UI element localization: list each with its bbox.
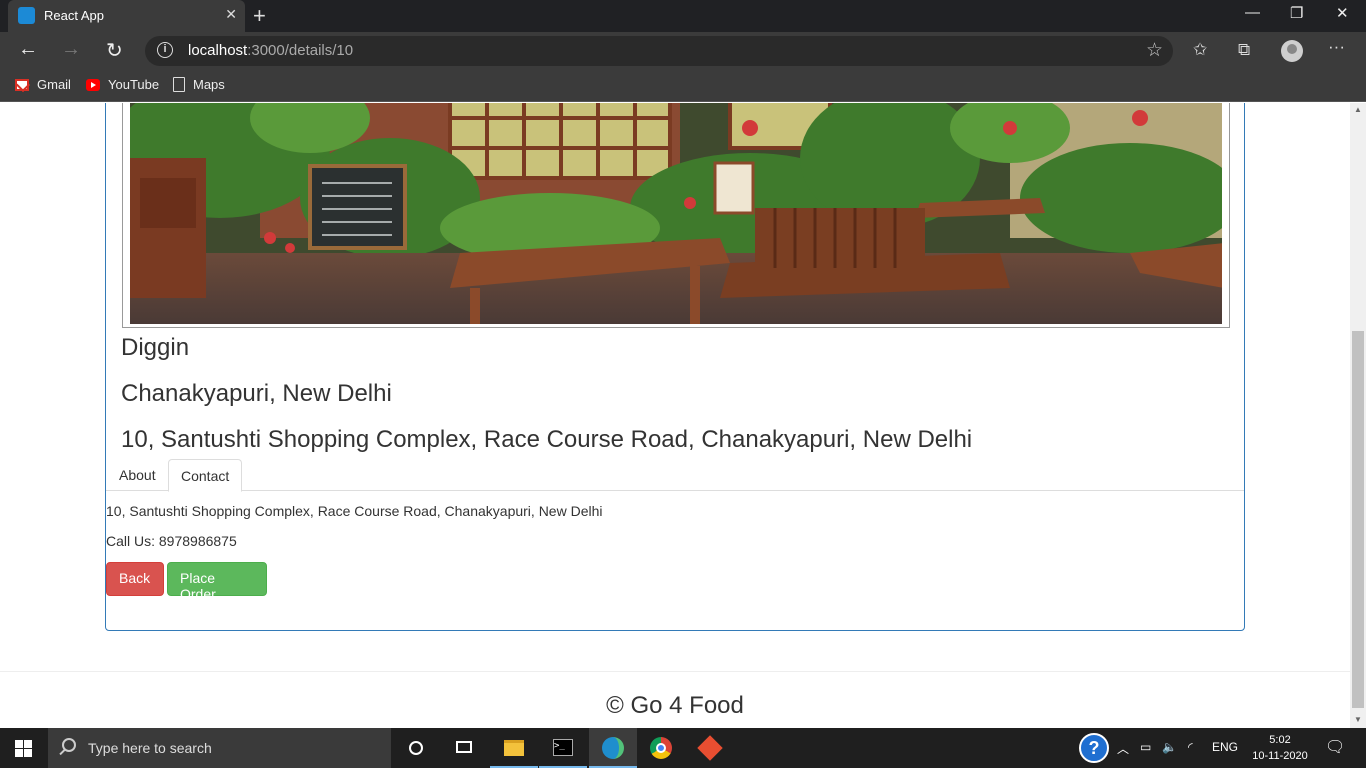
tab-about[interactable]: About bbox=[107, 459, 168, 491]
taskbar-search-placeholder: Type here to search bbox=[88, 740, 212, 756]
edge-browser-icon[interactable] bbox=[589, 728, 637, 768]
window-close-icon[interactable]: ✕ bbox=[1336, 4, 1349, 22]
address-bar[interactable]: i localhost:3000/details/10 ☆ bbox=[145, 36, 1173, 66]
bookmark-gmail[interactable]: Gmail bbox=[15, 77, 71, 92]
contact-address: 10, Santushti Shopping Complex, Race Cou… bbox=[106, 503, 603, 519]
git-icon[interactable] bbox=[686, 728, 734, 768]
place-order-button[interactable]: Place Order bbox=[167, 562, 267, 602]
page-footer: © Go 4 Food bbox=[0, 671, 1350, 728]
search-icon bbox=[62, 738, 76, 752]
page-viewport: Diggin Chanakyapuri, New Delhi 10, Santu… bbox=[0, 103, 1350, 728]
wifi-icon[interactable]: ◜ bbox=[1188, 740, 1193, 754]
more-menu-icon[interactable]: ··· bbox=[1328, 37, 1345, 57]
windows-taskbar: Type here to search >_ ? ︿ ▭ 🔈 ◜ ENG 5:0… bbox=[0, 728, 1366, 768]
bookmark-label: Maps bbox=[193, 77, 225, 92]
restaurant-photo bbox=[130, 103, 1222, 324]
favorites-icon[interactable]: ✩ bbox=[1193, 40, 1207, 60]
profile-avatar-icon[interactable] bbox=[1281, 40, 1303, 62]
restaurant-details-card: Diggin Chanakyapuri, New Delhi 10, Santu… bbox=[105, 103, 1245, 631]
forward-arrow-icon[interactable]: → bbox=[61, 38, 81, 61]
bookmark-youtube[interactable]: YouTube bbox=[86, 77, 159, 92]
contact-phone: Call Us: 8978986875 bbox=[106, 533, 237, 549]
notifications-icon[interactable]: 🗨 bbox=[1325, 737, 1345, 757]
restaurant-photo-illustration bbox=[130, 103, 1222, 324]
bookmark-star-icon[interactable]: ☆ bbox=[1146, 39, 1163, 62]
details-tabs: About Contact bbox=[106, 459, 1244, 492]
page-scrollbar[interactable]: ▲ ▼ bbox=[1350, 103, 1366, 728]
bookmarks-bar: Gmail YouTube Maps bbox=[0, 70, 1366, 102]
scroll-down-icon[interactable]: ▼ bbox=[1354, 715, 1362, 724]
gmail-icon bbox=[15, 78, 29, 91]
browser-tab[interactable]: React App ✕ bbox=[8, 0, 245, 32]
cortana-icon[interactable] bbox=[392, 728, 440, 768]
terminal-icon[interactable]: >_ bbox=[539, 728, 587, 768]
site-info-icon[interactable]: i bbox=[157, 42, 173, 58]
back-button[interactable]: Back bbox=[106, 562, 164, 596]
restaurant-name: Diggin bbox=[121, 334, 190, 361]
restaurant-address: 10, Santushti Shopping Complex, Race Cou… bbox=[121, 426, 973, 453]
scroll-thumb[interactable] bbox=[1352, 331, 1364, 708]
task-view-icon[interactable] bbox=[440, 728, 488, 768]
windows-start-icon[interactable] bbox=[15, 740, 32, 757]
battery-icon[interactable]: ▭ bbox=[1140, 740, 1151, 754]
taskbar-search[interactable]: Type here to search bbox=[48, 728, 391, 768]
page-icon bbox=[173, 77, 185, 92]
new-tab-icon[interactable]: + bbox=[253, 3, 266, 29]
restaurant-image-frame bbox=[122, 103, 1230, 328]
url-text: localhost:3000/details/10 bbox=[188, 42, 354, 59]
scroll-up-icon[interactable]: ▲ bbox=[1354, 105, 1362, 114]
language-indicator[interactable]: ENG bbox=[1212, 740, 1238, 754]
tab-title: React App bbox=[44, 8, 104, 23]
tab-contact[interactable]: Contact bbox=[168, 459, 243, 492]
reload-icon[interactable]: ↻ bbox=[106, 38, 123, 63]
collections-icon[interactable]: ⧉ bbox=[1238, 40, 1250, 60]
back-arrow-icon[interactable]: ← bbox=[18, 38, 38, 61]
restaurant-locality: Chanakyapuri, New Delhi bbox=[121, 380, 392, 407]
help-icon[interactable]: ? bbox=[1079, 733, 1109, 763]
clock-date: 10-11-2020 bbox=[1252, 750, 1308, 762]
youtube-icon bbox=[86, 78, 100, 91]
system-clock[interactable]: 5:02 10-11-2020 bbox=[1252, 732, 1308, 764]
browser-toolbar: ← → ↻ i localhost:3000/details/10 ☆ ✩ ⧉ … bbox=[0, 32, 1366, 70]
volume-icon[interactable]: 🔈 bbox=[1162, 740, 1177, 754]
bookmark-label: YouTube bbox=[108, 77, 160, 92]
chrome-icon[interactable] bbox=[637, 728, 685, 768]
bookmark-label: Gmail bbox=[37, 77, 71, 92]
minimize-icon[interactable]: — bbox=[1245, 4, 1260, 21]
restore-icon[interactable]: ❐ bbox=[1290, 4, 1303, 22]
bookmark-maps[interactable]: Maps bbox=[173, 77, 225, 92]
browser-tab-strip: React App ✕ + — ❐ ✕ bbox=[0, 0, 1366, 32]
clock-time: 5:02 bbox=[1269, 734, 1291, 746]
close-tab-icon[interactable]: ✕ bbox=[225, 6, 237, 23]
show-hidden-icons-icon[interactable]: ︿ bbox=[1117, 740, 1129, 757]
footer-copyright: © Go 4 Food bbox=[606, 692, 744, 719]
file-explorer-icon[interactable] bbox=[490, 728, 538, 768]
react-favicon-icon bbox=[18, 7, 35, 24]
